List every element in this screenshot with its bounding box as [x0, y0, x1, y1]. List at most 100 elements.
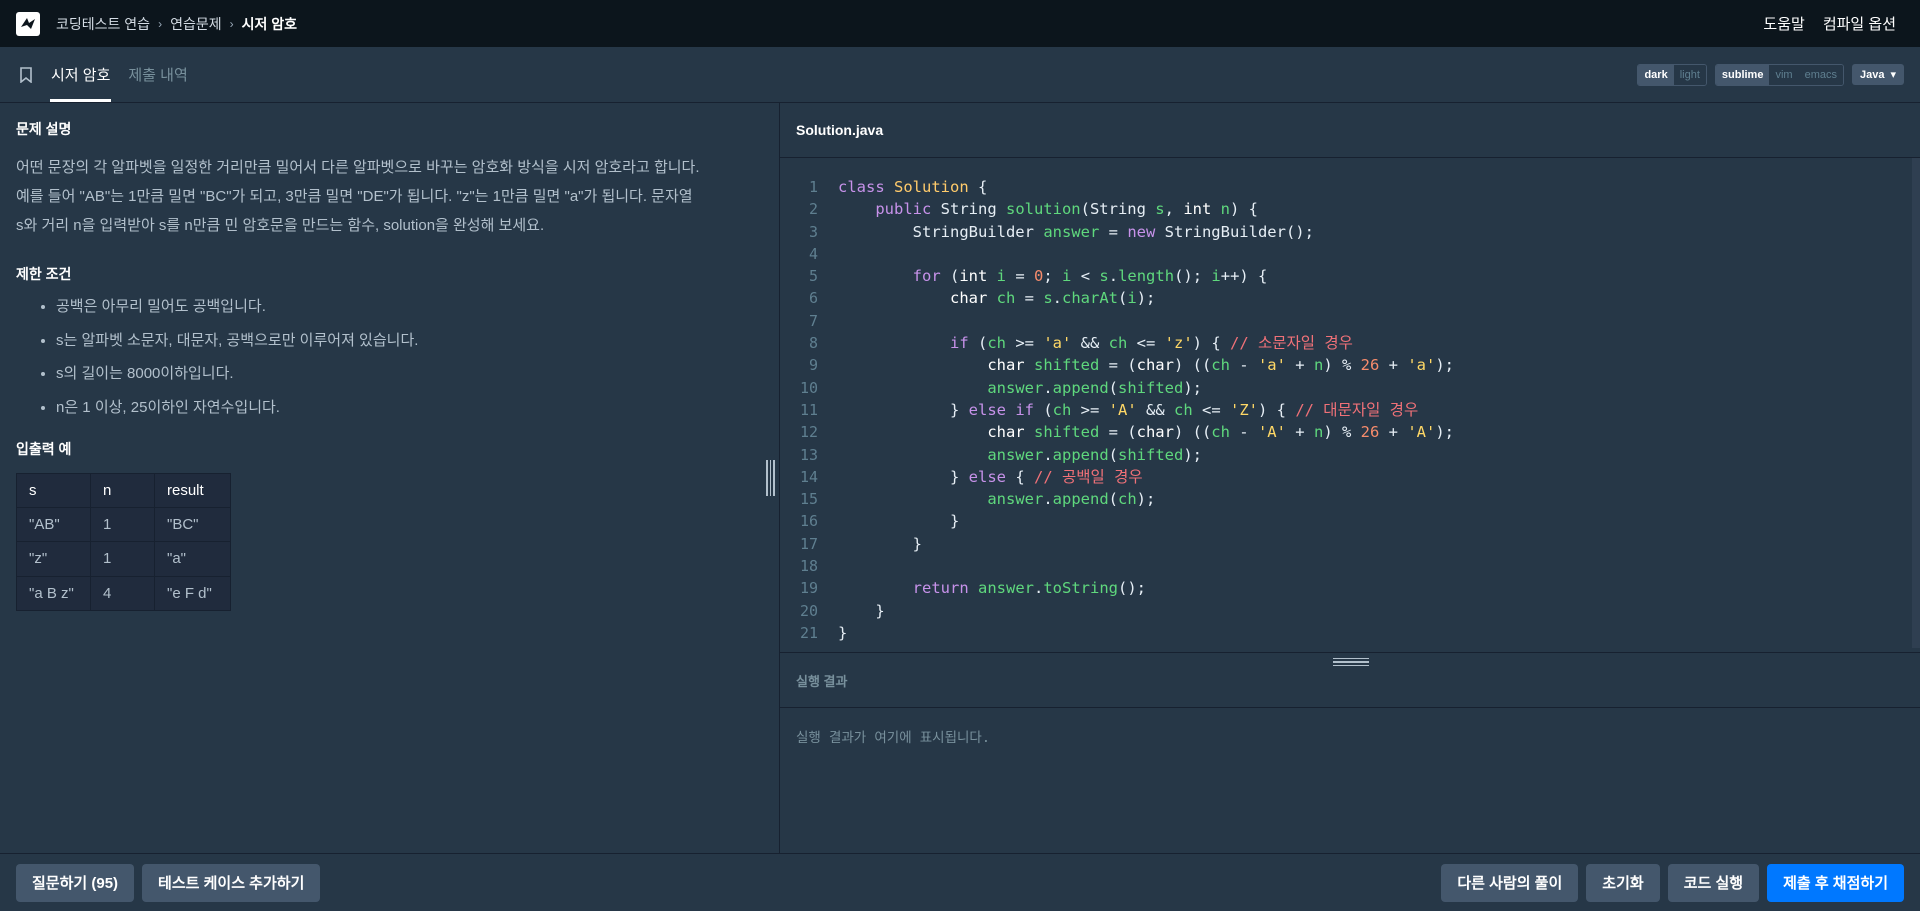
table-cell: "BC" — [154, 506, 231, 542]
code-line: 12 char shifted = (char) ((ch - 'A' + n)… — [780, 421, 1920, 443]
line-number: 19 — [799, 579, 818, 598]
code-line: 16 } — [780, 510, 1920, 532]
others-solutions-button[interactable]: 다른 사람의 풀이 — [1441, 863, 1579, 902]
code-line: 8 if (ch >= 'a' && ch <= 'z') { // 소문자일 … — [780, 332, 1920, 354]
code-line: 1 class Solution { — [780, 176, 1920, 198]
table-row: "AB" 1 "BC" — [16, 506, 231, 542]
table-cell: "a" — [154, 541, 231, 577]
line-number: 17 — [799, 534, 818, 553]
code-line: 19 return answer.toString(); — [780, 577, 1920, 599]
result-output: 실행 결과가 여기에 표시됩니다. — [796, 730, 990, 746]
line-number: 18 — [799, 557, 818, 576]
tab-problem[interactable]: 시저 암호 — [50, 47, 112, 102]
code-line: 15 answer.append(ch); — [780, 488, 1920, 510]
code-line: 17 } — [780, 533, 1920, 555]
bookmark-icon[interactable] — [20, 47, 34, 102]
code-editor[interactable]: 1 class Solution { 2 public String soluti… — [780, 176, 1920, 652]
line-number: 8 — [808, 334, 818, 353]
tab-bar: 시저 암호 제출 내역 dark light sublime vim emacs… — [0, 47, 1920, 103]
line-number: 11 — [799, 400, 818, 419]
code-line: 10 answer.append(shifted); — [780, 377, 1920, 399]
examples-title: 입출력 예 — [16, 440, 72, 457]
caret-down-icon: ▾ — [1890, 69, 1896, 81]
line-number: 10 — [799, 378, 818, 397]
chevron-right-icon: › — [229, 16, 234, 31]
editor-filename: Solution.java — [780, 103, 1920, 158]
limit-item: 공백은 아무리 밀어도 공백입니다. — [56, 298, 763, 316]
code-line: 20 } — [780, 600, 1920, 622]
description-line: 어떤 문장의 각 알파벳을 일정한 거리만큼 밀어서 다른 알파벳으로 바꾸는 … — [16, 159, 700, 176]
code-line: 14 } else { // 공백일 경우 — [780, 466, 1920, 488]
bottom-bar: 질문하기 (95) 테스트 케이스 추가하기 다른 사람의 풀이 초기화 코드 … — [0, 853, 1920, 911]
code-line: 18 — [780, 555, 1920, 577]
code-line: 13 answer.append(shifted); — [780, 444, 1920, 466]
line-number: 12 — [799, 423, 818, 442]
problem-panel: 문제 설명 어떤 문장의 각 알파벳을 일정한 거리만큼 밀어서 다른 알파벳으… — [0, 103, 779, 853]
limits-title: 제한 조건 — [16, 266, 72, 282]
line-number: 14 — [799, 467, 818, 486]
table-row: "z" 1 "a" — [16, 541, 231, 577]
theme-dark-button[interactable]: dark — [1638, 64, 1674, 85]
code-line: 21} — [780, 622, 1920, 644]
help-link[interactable]: 도움말 — [1763, 13, 1804, 34]
table-header: result — [154, 472, 231, 508]
line-number: 3 — [808, 222, 818, 241]
language-select-label: Java — [1859, 68, 1885, 81]
code-line: 5 for (int i = 0; i < s.length(); i++) { — [780, 265, 1920, 287]
description-title: 문제 설명 — [16, 121, 72, 137]
editor-scrollbar[interactable] — [1912, 158, 1920, 648]
table-cell: "z" — [16, 541, 91, 577]
keymap-sublime-button[interactable]: sublime — [1715, 64, 1770, 85]
line-number: 13 — [799, 445, 818, 464]
breadcrumb: 코딩테스트 연습 › 연습문제 › 시저 암호 — [56, 14, 297, 34]
examples-table: s n result "AB" 1 "BC" "z" 1 "a" "a B z"… — [16, 472, 231, 612]
line-number: 20 — [799, 601, 818, 620]
line-number: 21 — [799, 623, 818, 642]
breadcrumb-coding-test[interactable]: 코딩테스트 연습 — [56, 14, 150, 34]
table-cell: "a B z" — [16, 575, 91, 611]
add-testcase-button[interactable]: 테스트 케이스 추가하기 — [142, 863, 321, 902]
limit-item: s는 알파벳 소문자, 대문자, 공백으로만 이루어져 있습니다. — [56, 332, 763, 350]
code-line: 11 } else if (ch >= 'A' && ch <= 'Z') { … — [780, 399, 1920, 421]
table-header: s — [16, 472, 91, 508]
table-header-row: s n result — [16, 472, 231, 508]
theme-light-button[interactable]: light — [1673, 64, 1706, 85]
keymap-vim-button[interactable]: vim — [1769, 64, 1799, 85]
table-cell: "AB" — [16, 506, 91, 542]
line-number: 16 — [799, 512, 818, 531]
vertical-resize-handle[interactable] — [766, 460, 775, 496]
line-number: 1 — [808, 178, 818, 196]
table-cell: "e F d" — [154, 575, 231, 611]
table-cell: 4 — [90, 575, 155, 611]
description-line: s와 거리 n을 입력받아 s를 n만큼 민 암호문을 만드는 함수, solu… — [16, 217, 545, 234]
code-line: 2 public String solution(String s, int n… — [780, 198, 1920, 220]
horizontal-resize-handle[interactable] — [1333, 656, 1369, 668]
limit-item: s의 길이는 8000이하입니다. — [56, 365, 763, 383]
ask-question-button[interactable]: 질문하기 (95) — [16, 863, 135, 902]
submit-button[interactable]: 제출 후 채점하기 — [1767, 863, 1904, 902]
keymap-emacs-button[interactable]: emacs — [1798, 64, 1843, 85]
theme-toggle: dark light — [1637, 63, 1707, 86]
code-line: 9 char shifted = (char) ((ch - 'a' + n) … — [780, 354, 1920, 376]
breadcrumb-current: 시저 암호 — [241, 15, 298, 32]
chevron-right-icon: › — [158, 16, 163, 31]
limit-item: n은 1 이상, 25이하인 자연수입니다. — [56, 399, 763, 417]
line-number: 15 — [799, 490, 818, 509]
line-number: 9 — [808, 356, 818, 375]
table-cell: 1 — [90, 506, 155, 542]
line-number: 5 — [808, 267, 818, 286]
run-code-button[interactable]: 코드 실행 — [1667, 863, 1760, 902]
keymap-toggle: sublime vim emacs — [1714, 63, 1844, 86]
reset-button[interactable]: 초기화 — [1586, 863, 1660, 902]
breadcrumb-practice[interactable]: 연습문제 — [170, 14, 222, 34]
line-number: 4 — [808, 244, 818, 263]
table-cell: 1 — [90, 541, 155, 577]
description-text: 어떤 문장의 각 알파벳을 일정한 거리만큼 밀어서 다른 알파벳으로 바꾸는 … — [16, 153, 763, 240]
tab-submissions[interactable]: 제출 내역 — [127, 47, 188, 102]
language-select[interactable]: Java ▾ — [1851, 64, 1904, 85]
code-line: 7 — [780, 310, 1920, 332]
compile-options-link[interactable]: 컴파일 옵션 — [1823, 13, 1896, 34]
table-header: n — [90, 472, 155, 508]
programmers-logo-icon[interactable] — [16, 11, 40, 36]
table-row: "a B z" 4 "e F d" — [16, 575, 231, 611]
